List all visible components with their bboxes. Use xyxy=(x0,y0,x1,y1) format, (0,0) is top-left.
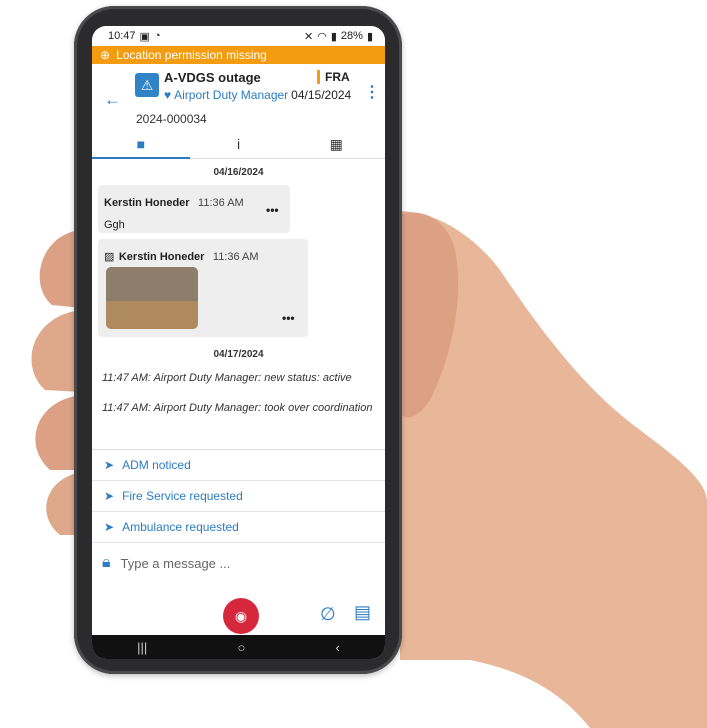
back-arrow-icon[interactable]: ← xyxy=(104,90,121,110)
message-menu-icon[interactable]: ••• xyxy=(266,203,279,217)
message-input[interactable]: Type a message ... xyxy=(121,556,231,571)
recents-icon[interactable]: ||| xyxy=(137,640,147,655)
date-separator: 04/16/2024 xyxy=(213,167,264,178)
sync-icon: ◔ xyxy=(153,30,161,42)
message-menu-icon[interactable]: ••• xyxy=(282,311,295,325)
message-bubble[interactable]: Kerstin Honeder 11:36 AM Ggh ••• xyxy=(98,185,290,233)
action-item[interactable]: ➤ Fire Service requested xyxy=(92,481,385,512)
battery-percent: 28% xyxy=(340,30,363,42)
image-message-bubble[interactable]: ▨ Kerstin Honeder 11:36 AM ••• xyxy=(98,239,308,337)
action-list: ➤ ADM noticed ➤ Fire Service requested ➤ Am… xyxy=(92,449,385,543)
image-thumbnail[interactable] xyxy=(106,267,198,329)
action-item[interactable]: ➤ Ambulance requested xyxy=(92,512,385,543)
camera-button[interactable]: ◉ xyxy=(223,598,259,634)
tab-chat[interactable]: ■ xyxy=(92,130,190,159)
home-icon[interactable]: ○ xyxy=(237,640,245,655)
notification-icon: ▣ xyxy=(139,30,150,43)
map-icon: ▦ xyxy=(329,135,343,152)
message-text: Ggh xyxy=(104,219,125,231)
incident-date: 04/15/2024 xyxy=(291,88,352,102)
wifi-icon: ◠ xyxy=(317,30,327,43)
lock-icon[interactable]: 🔒︎ xyxy=(102,554,111,572)
banner-text: Location permission missing xyxy=(116,48,267,62)
message-author: Kerstin Honeder xyxy=(118,251,205,263)
mute-icon: ✕ xyxy=(304,30,314,43)
message-author: Kerstin Honeder xyxy=(104,197,190,209)
system-message: 11:47 AM: Airport Duty Manager: took ove… xyxy=(102,402,373,414)
status-bar: 10:47 ▣ ◔ ✕ ◠ ▮ 28% ▮ xyxy=(92,26,385,46)
message-time: 11:36 AM xyxy=(212,251,259,263)
role-label[interactable]: Airport Duty Manager xyxy=(174,88,288,102)
heart-icon: ♥ xyxy=(164,88,172,102)
attachment-icon[interactable]: ∅ xyxy=(320,604,336,625)
incident-id: 2024-000034 xyxy=(136,112,207,126)
tab-info[interactable]: i xyxy=(190,130,288,158)
airport-badge: FRA xyxy=(317,70,350,84)
battery-icon: ▮ xyxy=(366,30,373,43)
location-permission-banner[interactable]: ⊕ Location permission missing xyxy=(92,46,385,64)
chevron-right-icon: ➤ xyxy=(104,489,115,503)
android-navigation-bar: ||| ○ ‹ xyxy=(92,635,385,659)
system-message: 11:47 AM: Airport Duty Manager: new stat… xyxy=(102,372,352,384)
chat-bubble-icon: ■ xyxy=(136,136,146,152)
location-icon: ⊕ xyxy=(100,48,111,62)
more-options-icon[interactable]: ⋮ xyxy=(364,85,380,101)
incident-subline: ♥ Airport Duty Manager 04/15/2024 xyxy=(164,88,351,102)
notes-icon[interactable]: ▤ xyxy=(354,602,371,623)
signal-icon: ▮ xyxy=(330,30,337,43)
message-composer: 🔒︎ Type a message ... xyxy=(92,543,385,583)
status-time: 10:47 xyxy=(108,30,136,42)
phone-screen: 10:47 ▣ ◔ ✕ ◠ ▮ 28% ▮ ⊕ Location permiss… xyxy=(92,26,385,659)
info-icon: i xyxy=(236,136,241,152)
chevron-right-icon: ➤ xyxy=(104,458,115,472)
chat-area[interactable]: 04/16/2024 Kerstin Honeder 11:36 AM Ggh … xyxy=(92,159,385,449)
date-separator: 04/17/2024 xyxy=(213,349,264,360)
incident-header: ← ⚠ A-VDGS outage FRA ♥ Airport Duty Man… xyxy=(92,64,385,130)
incident-type-icon: ⚠ xyxy=(135,73,159,97)
incident-tabs: ■ i ▦ xyxy=(92,130,385,159)
incident-title: A-VDGS outage xyxy=(164,70,261,85)
back-icon[interactable]: ‹ xyxy=(336,640,340,655)
image-icon: ▨ xyxy=(104,251,115,263)
tab-map[interactable]: ▦ xyxy=(287,130,385,158)
message-time: 11:36 AM xyxy=(198,197,244,209)
action-item[interactable]: ➤ ADM noticed xyxy=(92,450,385,481)
chevron-right-icon: ➤ xyxy=(104,520,115,534)
